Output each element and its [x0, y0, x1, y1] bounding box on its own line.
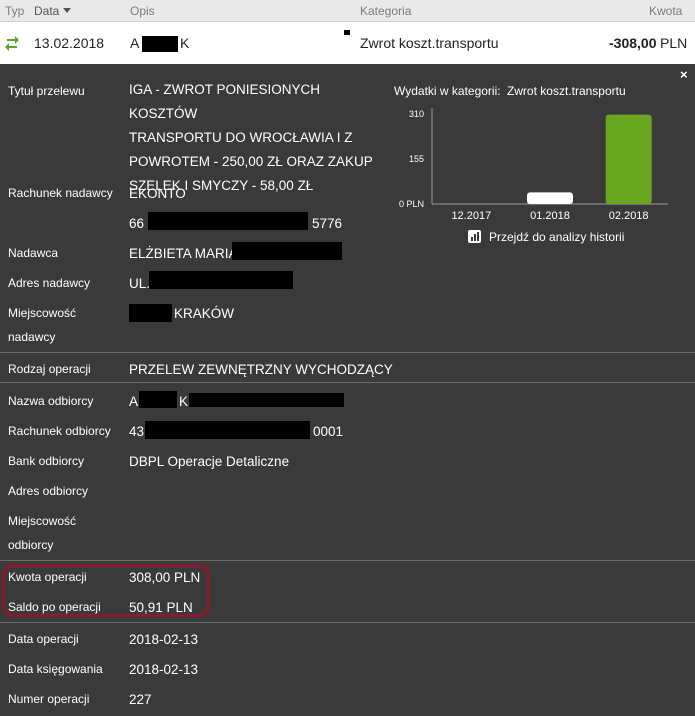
- sender-account-label: Rachunek nadawcy: [8, 186, 113, 200]
- sender-address-label: Adres nadawcy: [8, 276, 91, 290]
- redaction-bar: [344, 30, 350, 35]
- title-label: Tytuł przelewu: [8, 84, 85, 98]
- title-value: IGA - ZWROT PONIESIONYCH KOSZTÓW TRANSPO…: [129, 78, 384, 198]
- transaction-amount: -308,00: [609, 35, 657, 51]
- y-tick-label: 310: [409, 109, 424, 119]
- transfer-arrows-icon: [4, 33, 20, 56]
- bar: [527, 192, 573, 204]
- divider: [0, 560, 695, 561]
- redaction-bar: [145, 421, 310, 439]
- title-line: TRANSPORTU DO WROCŁAWIA I Z: [129, 130, 353, 145]
- redaction-bar: [148, 212, 308, 230]
- recipient-account-start: 43: [129, 424, 145, 439]
- redaction-bar: [189, 393, 344, 407]
- transaction-date: 13.02.2018: [34, 35, 105, 51]
- recipient-address-label: Adres odbiorcy: [8, 484, 89, 498]
- redaction-bar: [142, 36, 178, 52]
- title-line: POWROTEM - 250,00 ZŁ ORAZ ZAKUP: [129, 154, 373, 169]
- transaction-currency: PLN: [660, 35, 688, 51]
- table-header: Typ Data Opis Kategoria Kwota: [0, 0, 695, 22]
- title-line: IGA - ZWROT PONIESIONYCH KOSZTÓW: [129, 82, 321, 121]
- col-category-header[interactable]: Kategoria: [360, 4, 411, 18]
- col-date-label: Data: [34, 4, 60, 18]
- redaction-bar: [139, 391, 177, 408]
- col-type-header: Typ: [5, 4, 25, 18]
- history-analysis-label: Przejdź do analizy historii: [489, 230, 625, 244]
- op-type-label: Rodzaj operacji: [8, 362, 91, 376]
- sender-value: ELŻBIETA MARIA: [129, 246, 238, 261]
- category-spending-chart: 310 155 0 PLN 12.2017 01.2018 02.2018: [399, 108, 668, 222]
- posting-date-label: Data księgowania: [8, 662, 103, 676]
- sender-city-label-cont: nadawcy: [8, 330, 56, 344]
- col-amount-header[interactable]: Kwota: [649, 4, 682, 18]
- history-analysis-link[interactable]: Przejdź do analizy historii: [468, 230, 624, 244]
- chart-title-prefix: Wydatki w kategorii:: [394, 84, 501, 98]
- recipient-name-start: A: [129, 394, 139, 409]
- sender-city-label: Miejscowość: [8, 306, 77, 320]
- redaction-bar: [232, 242, 342, 260]
- divider: [0, 352, 695, 353]
- highlight-annotation: [2, 564, 210, 617]
- posting-date-value: 2018-02-13: [129, 662, 199, 677]
- op-date-label: Data operacji: [8, 632, 79, 646]
- recipient-city-label-cont: odbiorcy: [8, 538, 54, 552]
- recipient-account-end: 0001: [313, 424, 344, 439]
- transaction-row[interactable]: 13.02.2018 A K Zwrot koszt.transportu -3…: [0, 22, 695, 64]
- sender-city-value: KRAKÓW: [174, 306, 235, 321]
- recipient-bank-value: DBPL Operacje Detaliczne: [129, 454, 290, 469]
- transaction-desc-end: K: [180, 35, 190, 51]
- x-tick-label: 12.2017: [451, 210, 491, 222]
- x-tick-label: 01.2018: [530, 210, 570, 222]
- bar-chart-icon: [468, 230, 481, 243]
- op-date-value: 2018-02-13: [129, 632, 199, 647]
- recipient-name-mid: K: [179, 394, 189, 409]
- chart-title: Wydatki w kategorii: Zwrot koszt.transpo…: [394, 84, 626, 98]
- op-number-value: 227: [129, 692, 152, 707]
- sender-account-end: 5776: [312, 216, 343, 231]
- sender-account-name: EKONTO: [129, 186, 186, 201]
- recipient-account-label: Rachunek odbiorcy: [8, 424, 111, 438]
- op-type-value: PRZELEW ZEWNĘTRZNY WYCHODZĄCY: [129, 362, 393, 377]
- sender-label: Nadawca: [8, 246, 59, 260]
- recipient-name-label: Nazwa odbiorcy: [8, 394, 94, 408]
- col-desc-header[interactable]: Opis: [130, 4, 155, 18]
- sender-address-value: UL.: [129, 276, 151, 291]
- op-number-label: Numer operacji: [8, 692, 90, 706]
- y-tick-label: 155: [409, 154, 424, 164]
- divider: [0, 382, 695, 383]
- sender-account-start: 66: [129, 216, 145, 231]
- col-date-header[interactable]: Data: [34, 4, 72, 18]
- y-tick-label: 0 PLN: [399, 199, 424, 209]
- x-tick-label: 02.2018: [609, 210, 649, 222]
- bar: [605, 114, 652, 204]
- recipient-bank-label: Bank odbiorcy: [8, 454, 85, 468]
- close-icon[interactable]: ×: [680, 67, 688, 82]
- recipient-city-label: Miejscowość: [8, 514, 77, 528]
- transaction-details-panel: × Tytuł przelewu IGA - ZWROT PONIESIONYC…: [0, 64, 695, 716]
- transaction-category[interactable]: Zwrot koszt.transportu: [360, 35, 499, 51]
- redaction-bar: [129, 304, 172, 322]
- divider: [0, 622, 695, 623]
- redaction-bar: [149, 271, 293, 289]
- sort-down-icon: [63, 8, 72, 13]
- transaction-desc-start: A: [130, 35, 140, 51]
- chart-title-category: Zwrot koszt.transportu: [506, 84, 626, 98]
